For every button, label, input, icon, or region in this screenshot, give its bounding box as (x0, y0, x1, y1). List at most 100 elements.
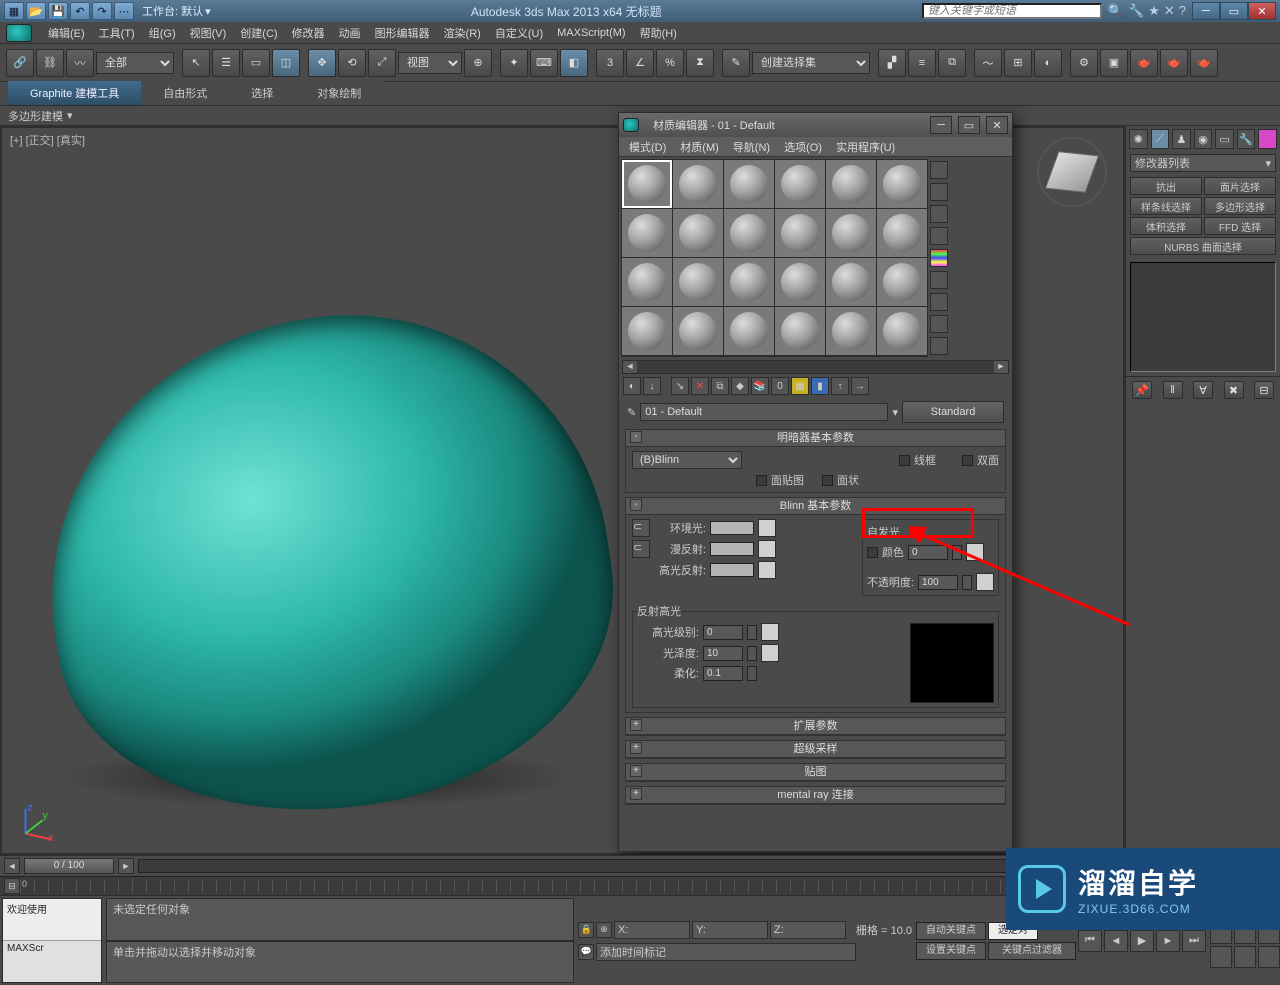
modifier-btn-ffd-select[interactable]: FFD 选择 (1204, 217, 1276, 235)
select-name-icon[interactable]: ☰ (212, 49, 240, 77)
menu-rendering[interactable]: 渲染(R) (438, 22, 487, 44)
minimize-button[interactable]: ─ (1192, 2, 1220, 20)
app-menu-icon[interactable] (6, 24, 32, 42)
put-to-lib-icon[interactable]: 📚 (751, 377, 769, 395)
material-slot[interactable] (775, 209, 825, 257)
help-search-input[interactable] (922, 3, 1102, 19)
tab-create-icon[interactable]: ✺ (1129, 129, 1148, 149)
lock-selection-icon[interactable]: 🔒 (578, 922, 594, 938)
snap-3-icon[interactable]: 3 (596, 49, 624, 77)
tab-display-icon[interactable]: ▭ (1215, 129, 1234, 149)
faceted-checkbox[interactable] (822, 475, 833, 486)
star-icon[interactable]: ★ (1148, 3, 1160, 19)
material-slot[interactable] (826, 209, 876, 257)
time-slider-thumb[interactable]: 0 / 100 (24, 858, 114, 874)
search-icon[interactable]: 🔍 (1108, 3, 1124, 19)
y-coord-input[interactable]: Y: (692, 921, 768, 939)
material-slot[interactable] (673, 258, 723, 306)
show-map-icon[interactable]: ▦ (791, 377, 809, 395)
select-by-mat-icon[interactable] (930, 315, 948, 333)
material-slot[interactable] (724, 160, 774, 208)
material-slot[interactable] (673, 209, 723, 257)
make-unique-icon[interactable]: ∀ (1193, 381, 1213, 399)
mat-menu-navigate[interactable]: 导航(N) (727, 137, 776, 157)
mat-menu-options[interactable]: 选项(O) (778, 137, 828, 157)
select-rect-icon[interactable]: ▭ (242, 49, 270, 77)
modifier-btn-extrude[interactable]: 抗出 (1130, 177, 1202, 195)
material-slot[interactable] (673, 307, 723, 355)
rollout-header[interactable]: +超级采样 (626, 741, 1005, 758)
mirror-icon[interactable]: ▞ (878, 49, 906, 77)
menu-views[interactable]: 视图(V) (184, 22, 233, 44)
exchange-icon[interactable]: ✕ (1164, 3, 1175, 19)
render-prod-icon[interactable]: 🫖 (1130, 49, 1158, 77)
menu-maxscript[interactable]: MAXScript(M) (551, 24, 631, 42)
remove-mod-icon[interactable]: ✖ (1224, 381, 1244, 399)
curve-editor-icon[interactable]: 〜 (974, 49, 1002, 77)
ambient-lock-icon[interactable]: ⊂ (632, 519, 650, 537)
setkey-button[interactable]: 设置关键点 (916, 942, 986, 960)
ribbon-tab-graphite[interactable]: Graphite 建模工具 (8, 81, 141, 105)
render-icon[interactable]: 🫖 (1190, 49, 1218, 77)
material-slot[interactable] (877, 307, 927, 355)
goto-end-icon[interactable]: ⏭ (1182, 930, 1206, 952)
material-type-button[interactable]: Standard (902, 401, 1004, 423)
soften-spinner[interactable]: 0.1 (703, 666, 743, 681)
z-coord-input[interactable]: Z: (770, 921, 846, 939)
viewcube[interactable] (1030, 130, 1114, 214)
material-slot[interactable] (877, 209, 927, 257)
get-material-icon[interactable]: ◐ (623, 377, 641, 395)
mat-menu-material[interactable]: 材质(M) (674, 137, 725, 157)
modifier-btn-vol-select[interactable]: 体积选择 (1130, 217, 1202, 235)
open-file-icon[interactable]: 📂 (26, 2, 46, 20)
prev-key-icon[interactable]: ◄ (4, 858, 20, 874)
new-file-icon[interactable]: ▦ (4, 2, 24, 20)
rollout-header[interactable]: +mental ray 连接 (626, 787, 1005, 804)
rotate-icon[interactable]: ⟲ (338, 49, 366, 77)
show-end-icon[interactable]: ‖ (1163, 381, 1183, 399)
viewport-label[interactable]: [+] [正交] [真实] (10, 132, 85, 148)
material-slot[interactable] (775, 258, 825, 306)
modifier-list-dropdown[interactable]: 修改器列表▾ (1130, 154, 1276, 172)
gloss-map-button[interactable] (761, 644, 779, 662)
trackbar-toggle-icon[interactable]: ⊟ (4, 878, 20, 894)
keyboard-shortcut-icon[interactable]: ⌨ (530, 49, 558, 77)
key-icon[interactable]: 🔧 (1128, 3, 1144, 19)
uv-tiling-icon[interactable] (930, 227, 948, 245)
ribbon-tab-objectpaint[interactable]: 对象绘制 (295, 81, 383, 105)
make-copy-icon[interactable]: ⧉ (711, 377, 729, 395)
window-crossing-icon[interactable]: ◫ (272, 49, 300, 77)
twosided-checkbox[interactable] (962, 455, 973, 466)
material-slot[interactable] (724, 307, 774, 355)
menu-customize[interactable]: 自定义(U) (489, 22, 549, 44)
tab-hierarchy-icon[interactable]: ♟ (1172, 129, 1191, 149)
menu-animation[interactable]: 动画 (333, 22, 367, 44)
shader-type-select[interactable]: (B)Blinn (632, 451, 742, 469)
rollout-header[interactable]: +贴图 (626, 764, 1005, 781)
link-icon[interactable]: 🔗 (6, 49, 34, 77)
material-slot[interactable] (826, 307, 876, 355)
pivot-icon[interactable]: ⊕ (464, 49, 492, 77)
redo-icon[interactable]: ↷ (92, 2, 112, 20)
material-slot[interactable] (622, 258, 672, 306)
goto-start-icon[interactable]: ⏮ (1078, 930, 1102, 952)
modifier-btn-poly-select[interactable]: 多边形选择 (1204, 197, 1276, 215)
maxscript-mini-listener[interactable]: 欢迎使用 MAXScr (2, 898, 102, 983)
pin-stack-icon[interactable]: 📌 (1132, 381, 1152, 399)
dialog-minimize-button[interactable]: ─ (930, 116, 952, 134)
options-icon[interactable] (930, 293, 948, 311)
sample-scrollbar[interactable] (622, 360, 1009, 374)
modifier-btn-nurbs[interactable]: NURBS 曲面选择 (1130, 237, 1276, 255)
specular-color-swatch[interactable] (710, 563, 754, 577)
preview-icon[interactable] (930, 271, 948, 289)
wire-checkbox[interactable] (899, 455, 910, 466)
dialog-close-button[interactable]: ✕ (986, 116, 1008, 134)
spinner-snap-icon[interactable]: ⧗ (686, 49, 714, 77)
material-slot[interactable] (826, 258, 876, 306)
walk-icon[interactable] (1234, 946, 1256, 968)
material-slot[interactable] (775, 307, 825, 355)
autokey-button[interactable]: 自动关键点 (916, 922, 986, 940)
menu-group[interactable]: 组(G) (143, 22, 182, 44)
mtl-map-nav-icon[interactable] (930, 337, 948, 355)
mat-menu-mode[interactable]: 模式(D) (623, 137, 672, 157)
